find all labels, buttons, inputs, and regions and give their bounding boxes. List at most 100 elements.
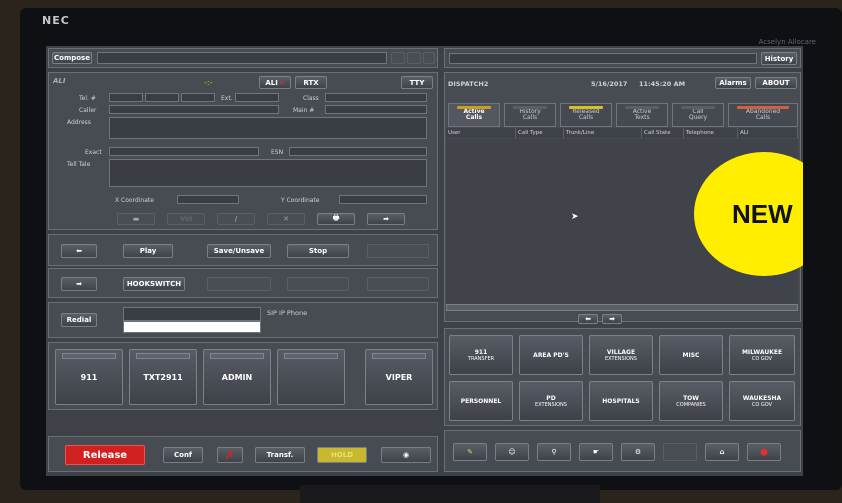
clear-icon[interactable]: ✕ (267, 213, 305, 225)
globe-icon[interactable]: ◉ (381, 447, 431, 463)
tel-label: Tel. # (79, 95, 96, 102)
stop-button[interactable]: Stop (287, 244, 349, 258)
y-coord-label: Y Coordinate (281, 197, 320, 204)
blank-button-3[interactable] (287, 277, 349, 291)
horizontal-scrollbar[interactable] (446, 304, 798, 311)
release-button[interactable]: Release (65, 445, 145, 465)
cancel-x-icon[interactable]: ✗ (217, 447, 243, 463)
y-coord-field (339, 195, 427, 204)
alarms-button[interactable]: Alarms (715, 77, 751, 89)
dial-field[interactable] (123, 307, 261, 321)
class-field (325, 93, 427, 102)
call-indicator: -:- (204, 78, 213, 87)
play-button[interactable]: Play (123, 244, 173, 258)
line-blank[interactable] (277, 349, 345, 405)
line-viper[interactable]: VIPER (365, 349, 433, 405)
speed-dial-tow-companies[interactable]: TOW COMPANIES (659, 381, 723, 421)
stop-icon[interactable]: ⬤ (747, 443, 781, 461)
new-badge-text: NEW (732, 198, 793, 229)
volume-button[interactable]: Vol (167, 213, 205, 225)
exact-field (109, 147, 259, 156)
hold-button[interactable]: HOLD (317, 447, 367, 463)
forward-arrow-icon[interactable]: ➡ (61, 277, 97, 291)
transfer-button[interactable]: Transf. (255, 447, 305, 463)
column-call-type[interactable]: Call Type (516, 128, 564, 138)
speed-dial-milwaukee-co-gov[interactable]: MILWAUKEE CO GOV (729, 335, 795, 375)
scroll-right-icon[interactable]: ➡ (602, 314, 622, 324)
back-arrow-icon[interactable]: ⬅ (61, 244, 97, 258)
settings-icon[interactable]: ⚙ (621, 443, 655, 461)
time-label: 11:45:20 AM (639, 80, 686, 88)
speed-dial-hospitals[interactable]: HOSPITALS (589, 381, 653, 421)
compose-button[interactable]: Compose (52, 52, 92, 64)
scroll-left-icon[interactable]: ⬅ (578, 314, 598, 324)
blank-button-2[interactable] (207, 277, 271, 291)
x-coord-label: X Coordinate (115, 197, 154, 204)
speed-dial-pd-extensions[interactable]: PD EXTENSIONS (519, 381, 583, 421)
pointer-icon[interactable]: ☛ (579, 443, 613, 461)
speed-dial-village-extensions[interactable]: VILLAGE EXTENSIONS (589, 335, 653, 375)
vendor-label: Acselyn Allocare (758, 38, 816, 46)
column-call-state[interactable]: Call State (642, 128, 684, 138)
call-control-bar: Release Conf ✗ Transf. HOLD ◉ (48, 436, 438, 472)
compose-input[interactable] (97, 52, 387, 64)
address-label: Address (67, 119, 91, 126)
tab-call-query[interactable]: Call Query (672, 103, 724, 127)
tab-abandoned-calls[interactable]: Abandoned Calls (728, 103, 798, 127)
mouse-cursor-icon: ➤ (571, 212, 579, 222)
edit-icon[interactable]: / (217, 213, 255, 225)
line-txt2911[interactable]: TXT2911 (129, 349, 197, 405)
caller-field (109, 105, 279, 114)
x-coord-field (177, 195, 239, 204)
speed-dial-waukesha-co-gov[interactable]: WAUKESHA CO GOV (729, 381, 795, 421)
pencil-icon[interactable]: ✎ (453, 443, 487, 461)
blank-button-4[interactable] (367, 277, 429, 291)
ali-button[interactable]: ALI ✕ (259, 76, 291, 89)
home-icon[interactable]: ⌂ (705, 443, 739, 461)
blank-tool-button[interactable] (663, 443, 697, 461)
tty-button[interactable]: TTY (401, 76, 433, 89)
save-unsave-button[interactable]: Save/Unsave (207, 244, 271, 258)
column-user[interactable]: User (446, 128, 516, 138)
redial-button[interactable]: Redial (61, 313, 97, 327)
exact-label: Exact (85, 149, 102, 156)
tab-history-calls[interactable]: History Calls (504, 103, 556, 127)
ali-title: ALI (53, 77, 66, 85)
conf-button[interactable]: Conf (163, 447, 203, 463)
speed-dial-area-pds[interactable]: AREA PD'S (519, 335, 583, 375)
history-bar: History (444, 48, 801, 68)
compose-action-1[interactable] (391, 52, 405, 64)
main-label: Main # (293, 107, 315, 114)
forward-arrow-icon[interactable]: ➡ (367, 213, 405, 225)
speed-dial-911-transfer[interactable]: 911 TRANSFER (449, 335, 513, 375)
column-ali[interactable]: ALI (738, 128, 798, 138)
about-button[interactable]: ABOUT (755, 77, 797, 89)
print-icon[interactable]: 🖶 (317, 213, 355, 225)
rtx-button[interactable]: RTX (295, 76, 327, 89)
brand-logo: NEC (42, 14, 70, 27)
column-telephone[interactable]: Telephone (684, 128, 738, 138)
search-icon[interactable]: ⚲ (537, 443, 571, 461)
class-label: Class (303, 95, 319, 102)
dial-input[interactable] (123, 321, 261, 333)
date-label: 5/16/2017 (591, 80, 628, 88)
hookswitch-panel: ➡ HOOKSWITCH (48, 268, 438, 298)
contacts-icon[interactable]: ☺ (495, 443, 529, 461)
line-911[interactable]: 911 (55, 349, 123, 405)
tab-active-calls[interactable]: Active Calls (448, 103, 500, 127)
hookswitch-button[interactable]: HOOKSWITCH (123, 277, 185, 291)
blank-button-1[interactable] (367, 244, 429, 258)
compose-check[interactable] (423, 52, 435, 64)
esn-label: ESN (271, 149, 284, 156)
tab-active-texts[interactable]: Active Texts (616, 103, 668, 127)
compose-action-2[interactable] (407, 52, 421, 64)
column-trunk-line[interactable]: Trunk/Line (564, 128, 642, 138)
main-field (325, 105, 427, 114)
speed-dial-misc[interactable]: MISC (659, 335, 723, 375)
history-button[interactable]: History (761, 52, 797, 65)
volume-down-icon[interactable]: ▬ (117, 213, 155, 225)
speed-dial-personnel[interactable]: PERSONNEL (449, 381, 513, 421)
tab-released-calls[interactable]: Released Calls (560, 103, 612, 127)
ext-field (235, 93, 279, 102)
line-admin[interactable]: ADMIN (203, 349, 271, 405)
